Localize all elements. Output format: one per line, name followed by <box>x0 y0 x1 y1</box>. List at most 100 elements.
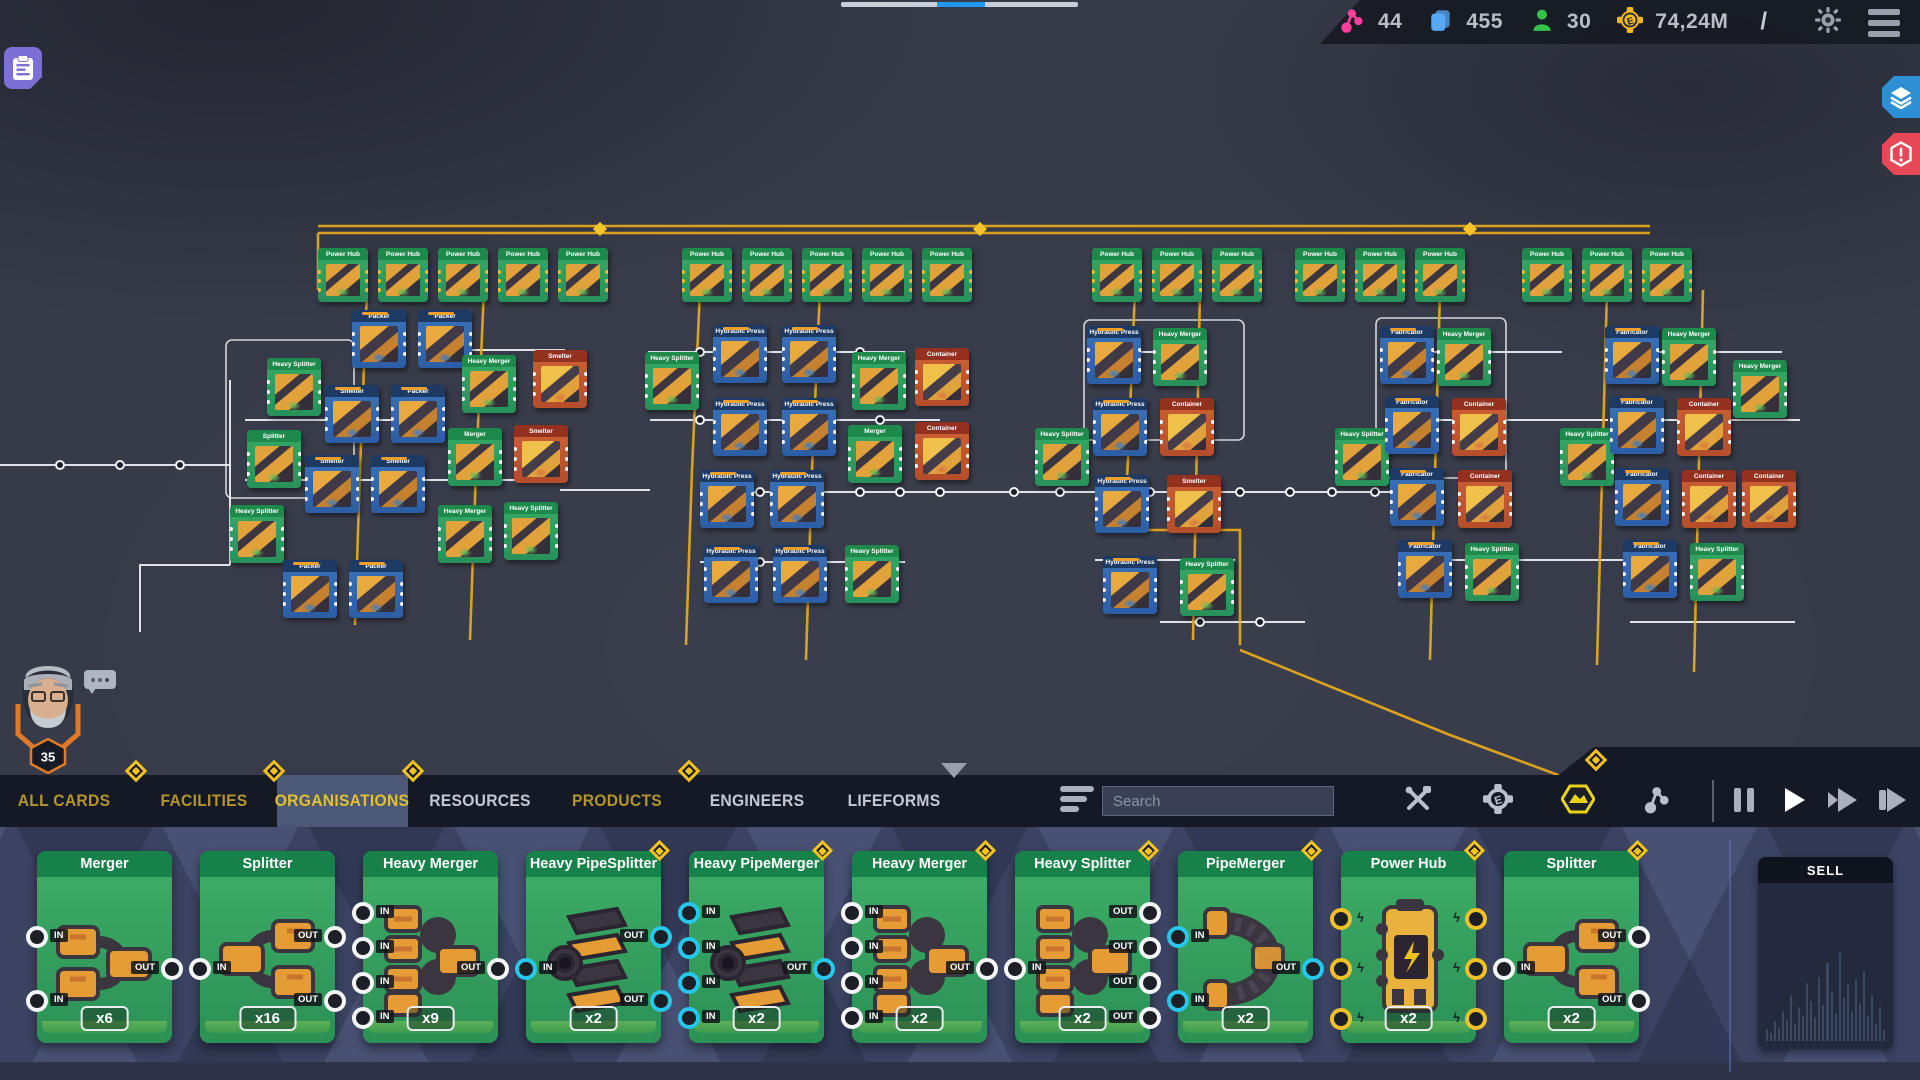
board-card-packer[interactable]: Packer <box>349 560 403 618</box>
board-card-heavy-merger[interactable]: Heavy Merger <box>1437 328 1491 386</box>
output-port[interactable] <box>813 958 835 980</box>
board-card-power-hub[interactable]: Power Hub <box>682 248 732 302</box>
output-port[interactable] <box>1139 902 1161 924</box>
filter-button[interactable] <box>1060 786 1094 816</box>
input-port[interactable] <box>1004 958 1026 980</box>
board-card-heavy-splitter[interactable]: Heavy Splitter <box>1180 558 1234 616</box>
board-card-heavy-splitter[interactable]: Heavy Splitter <box>1465 543 1519 601</box>
play-button[interactable] <box>1776 784 1812 820</box>
board-card-fabricator[interactable]: Fabricator <box>1390 468 1444 526</box>
pause-button[interactable] <box>1726 784 1762 820</box>
output-port[interactable] <box>1628 926 1650 948</box>
board-card-heavy-splitter[interactable]: Heavy Splitter <box>845 545 899 603</box>
board-card-container[interactable]: Container <box>1682 470 1736 528</box>
input-port[interactable] <box>26 990 48 1012</box>
board-card-power-hub[interactable]: Power Hub <box>1295 248 1345 302</box>
output-port[interactable] <box>1628 990 1650 1012</box>
input-port[interactable] <box>352 902 374 924</box>
board-card-hydraulic-press[interactable]: Hydraulic Press <box>770 470 824 528</box>
output-port[interactable] <box>650 990 672 1012</box>
input-port[interactable] <box>1167 990 1189 1012</box>
board-card-power-hub[interactable]: Power Hub <box>1092 248 1142 302</box>
board-card-fabricator[interactable]: Fabricator <box>1380 326 1434 384</box>
board-card-hydraulic-press[interactable]: Hydraulic Press <box>704 545 758 603</box>
board-card-power-hub[interactable]: Power Hub <box>438 248 488 302</box>
board-card-hydraulic-press[interactable]: Hydraulic Press <box>713 325 767 383</box>
hand-card-heavy-pipesplitter[interactable]: Heavy PipeSplitterINOUTOUTx2 <box>526 851 661 1043</box>
board-card-heavy-splitter[interactable]: Heavy Splitter <box>267 358 321 416</box>
board-card-power-hub[interactable]: Power Hub <box>922 248 972 302</box>
board-card-merger[interactable]: Merger <box>848 425 902 483</box>
board-card-hydraulic-press[interactable]: Hydraulic Press <box>1095 475 1149 533</box>
output-port[interactable] <box>161 958 183 980</box>
board-card-power-hub[interactable]: Power Hub <box>1212 248 1262 302</box>
board-card-power-hub[interactable]: Power Hub <box>318 248 368 302</box>
search-input[interactable] <box>1103 787 1333 815</box>
input-port[interactable] <box>1167 926 1189 948</box>
input-port[interactable] <box>1493 958 1515 980</box>
board-card-hydraulic-press[interactable]: Hydraulic Press <box>782 398 836 456</box>
board-card-fabricator[interactable]: Fabricator <box>1398 540 1452 598</box>
collapse-panel-arrow[interactable] <box>941 763 967 778</box>
board-card-hydraulic-press[interactable]: Hydraulic Press <box>713 398 767 456</box>
output-port[interactable] <box>1139 972 1161 994</box>
board-card-power-hub[interactable]: Power Hub <box>862 248 912 302</box>
board-card-packer[interactable]: Packer <box>283 560 337 618</box>
board-card-heavy-merger[interactable]: Heavy Merger <box>852 352 906 410</box>
board-card-container[interactable]: Container <box>1742 470 1796 528</box>
board-card-heavy-splitter[interactable]: Heavy Splitter <box>1035 428 1089 486</box>
output-port[interactable] <box>1139 937 1161 959</box>
board-card-power-hub[interactable]: Power Hub <box>742 248 792 302</box>
board-card-hydraulic-press[interactable]: Hydraulic Press <box>1093 398 1147 456</box>
board-card-fabricator[interactable]: Fabricator <box>1385 396 1439 454</box>
menu-button[interactable] <box>1868 9 1900 37</box>
board-card-fabricator[interactable]: Fabricator <box>1605 326 1659 384</box>
hand-card-splitter[interactable]: SplitterINOUTOUTx16 <box>200 851 335 1043</box>
output-port[interactable] <box>324 926 346 948</box>
input-port[interactable] <box>1330 908 1352 930</box>
board-card-smelter[interactable]: Smelter <box>305 455 359 513</box>
board-card-power-hub[interactable]: Power Hub <box>802 248 852 302</box>
board-card-smelter[interactable]: Smelter <box>371 455 425 513</box>
input-port[interactable] <box>841 902 863 924</box>
board-card-smelter[interactable]: Smelter <box>533 350 587 408</box>
board-card-container[interactable]: Container <box>1452 398 1506 456</box>
board-card-container[interactable]: Container <box>1458 470 1512 528</box>
board-card-hydraulic-press[interactable]: Hydraulic Press <box>1087 326 1141 384</box>
hand-card-splitter[interactable]: SplitterINOUTOUTx2 <box>1504 851 1639 1043</box>
input-port[interactable] <box>678 937 700 959</box>
fast-forward-button[interactable] <box>1824 784 1860 820</box>
output-port[interactable] <box>487 958 509 980</box>
output-port[interactable] <box>1302 958 1324 980</box>
input-port[interactable] <box>841 972 863 994</box>
sell-panel[interactable]: SELL <box>1758 857 1893 1049</box>
hand-card-heavy-merger[interactable]: Heavy MergerININININOUTx2 <box>852 851 987 1043</box>
board-card-hydraulic-press[interactable]: Hydraulic Press <box>1103 556 1157 614</box>
input-port[interactable] <box>26 926 48 948</box>
input-port[interactable] <box>189 958 211 980</box>
board-card-power-hub[interactable]: Power Hub <box>1415 248 1465 302</box>
input-port[interactable] <box>352 1007 374 1029</box>
board-card-power-hub[interactable]: Power Hub <box>1582 248 1632 302</box>
board-card-smelter[interactable]: Smelter <box>514 425 568 483</box>
board-card-smelter[interactable]: Smelter <box>1167 475 1221 533</box>
board-card-splitter[interactable]: Splitter <box>247 430 301 488</box>
input-port[interactable] <box>678 1007 700 1029</box>
output-port[interactable] <box>324 990 346 1012</box>
tab-lifeforms[interactable]: LIFEFORMS <box>811 775 977 827</box>
board-card-hydraulic-press[interactable]: Hydraulic Press <box>700 470 754 528</box>
output-port[interactable] <box>976 958 998 980</box>
board-card-heavy-merger[interactable]: Heavy Merger <box>1662 328 1716 386</box>
input-port[interactable] <box>352 972 374 994</box>
output-port[interactable] <box>1465 958 1487 980</box>
tools-button[interactable] <box>1398 781 1438 821</box>
board-card-container[interactable]: Container <box>915 422 969 480</box>
board-card-power-hub[interactable]: Power Hub <box>1152 248 1202 302</box>
input-port[interactable] <box>841 1007 863 1029</box>
board-card-heavy-merger[interactable]: Heavy Merger <box>1153 328 1207 386</box>
board-card-container[interactable]: Container <box>1160 398 1214 456</box>
board-card-fabricator[interactable]: Fabricator <box>1610 396 1664 454</box>
hand-card-heavy-merger[interactable]: Heavy MergerININININOUTx9 <box>363 851 498 1043</box>
hand-card-pipemerger[interactable]: PipeMergerININOUTx2 <box>1178 851 1313 1043</box>
settings-button[interactable] <box>1815 7 1847 39</box>
